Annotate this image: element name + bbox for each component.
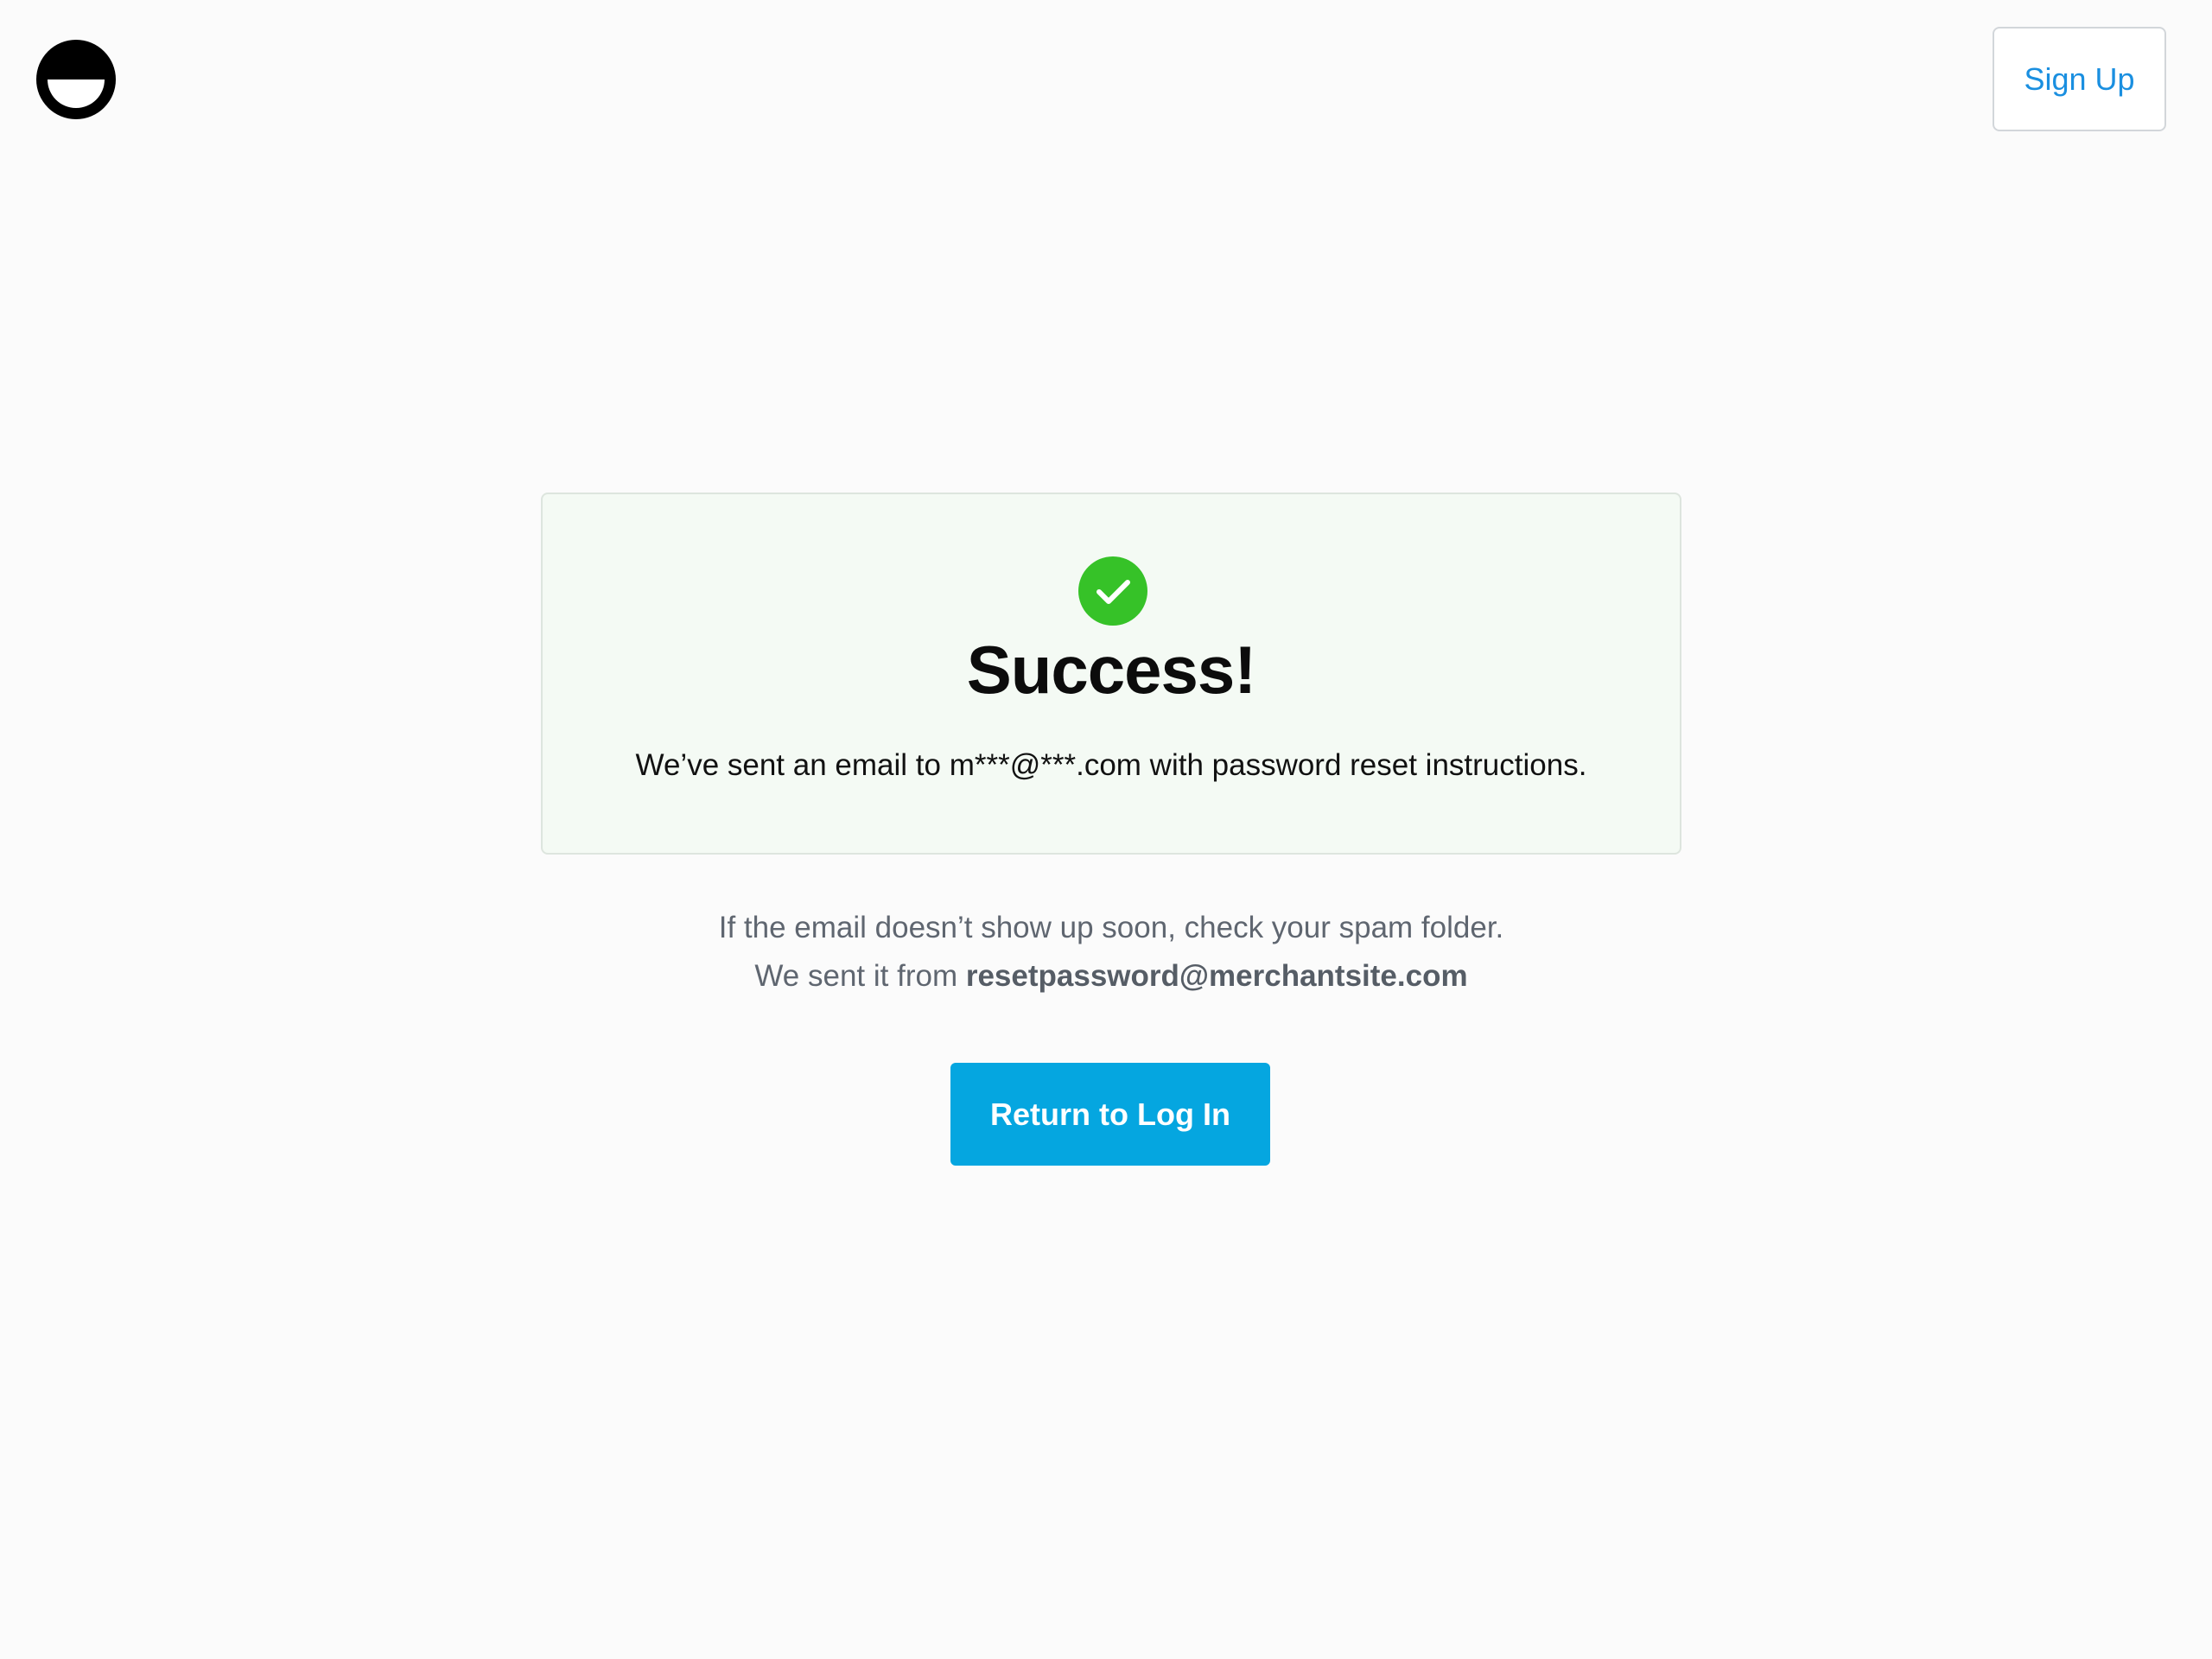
sender-note-prefix: We sent it from [754, 959, 958, 993]
sender-note-line: We sent it from resetpassword@merchantsi… [0, 952, 2212, 1001]
success-message: We’ve sent an email to m***@***.com with… [635, 748, 1587, 782]
check-circle-icon [1078, 556, 1147, 626]
spam-folder-note: If the email doesn’t show up soon, check… [0, 904, 2212, 1001]
return-to-login-button[interactable]: Return to Log In [950, 1063, 1270, 1166]
logo-graphic [36, 40, 116, 119]
sign-up-button[interactable]: Sign Up [1993, 27, 2166, 131]
sender-email: resetpassword@merchantsite.com [965, 959, 1468, 993]
site-logo-icon[interactable] [36, 40, 116, 119]
spam-note-line: If the email doesn’t show up soon, check… [718, 911, 1504, 944]
success-title: Success! [966, 632, 1257, 708]
success-card: Success! We’ve sent an email to m***@***… [541, 493, 1681, 855]
